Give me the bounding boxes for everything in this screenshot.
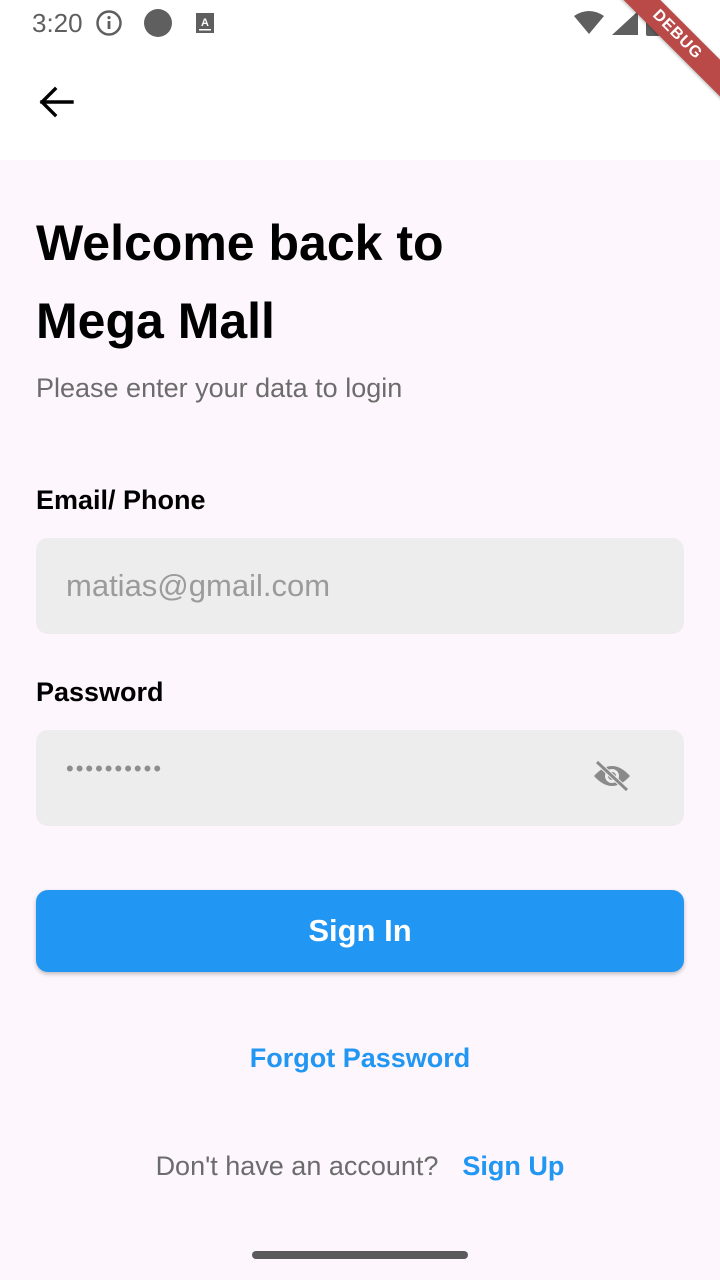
circle-icon: [143, 8, 173, 43]
sign-in-button[interactable]: Sign In: [36, 890, 684, 972]
back-button[interactable]: [28, 76, 84, 132]
page-title: Welcome back to Mega Mall: [36, 215, 444, 349]
email-field[interactable]: [36, 538, 684, 634]
gesture-navigation-bar[interactable]: [252, 1251, 468, 1259]
visibility-off-icon: [592, 759, 632, 797]
password-value: ••••••••••: [66, 756, 164, 781]
signup-prompt: Don't have an account?: [155, 1151, 439, 1181]
wifi-icon: [574, 10, 604, 40]
forgot-password-link[interactable]: Forgot Password: [36, 1040, 684, 1076]
page-subtitle: Please enter your data to login: [36, 373, 403, 403]
sign-up-link[interactable]: Sign Up: [462, 1148, 564, 1184]
password-field[interactable]: ••••••••••: [36, 730, 684, 826]
keyboard-a-icon: A: [195, 12, 215, 39]
status-bar: 3:20 A DEBUG: [0, 0, 720, 105]
info-icon: [95, 9, 123, 42]
status-time: 3:20: [32, 8, 83, 38]
signal-icon: [612, 10, 638, 40]
password-visibility-toggle[interactable]: [592, 759, 632, 797]
app-header: 3:20 A DEBUG: [0, 0, 720, 160]
password-label: Password: [36, 677, 164, 707]
status-icons-left: A: [95, 8, 215, 43]
login-screen: 3:20 A DEBUG Welcome back to Mega Mall P…: [0, 0, 720, 1280]
arrow-back-icon: [38, 86, 74, 123]
svg-text:A: A: [201, 17, 209, 29]
email-label: Email/ Phone: [36, 485, 206, 515]
signup-row: Don't have an account? Sign Up: [36, 1148, 684, 1184]
email-field-container: [36, 538, 684, 634]
login-form: Welcome back to Mega Mall Please enter y…: [36, 160, 684, 1184]
